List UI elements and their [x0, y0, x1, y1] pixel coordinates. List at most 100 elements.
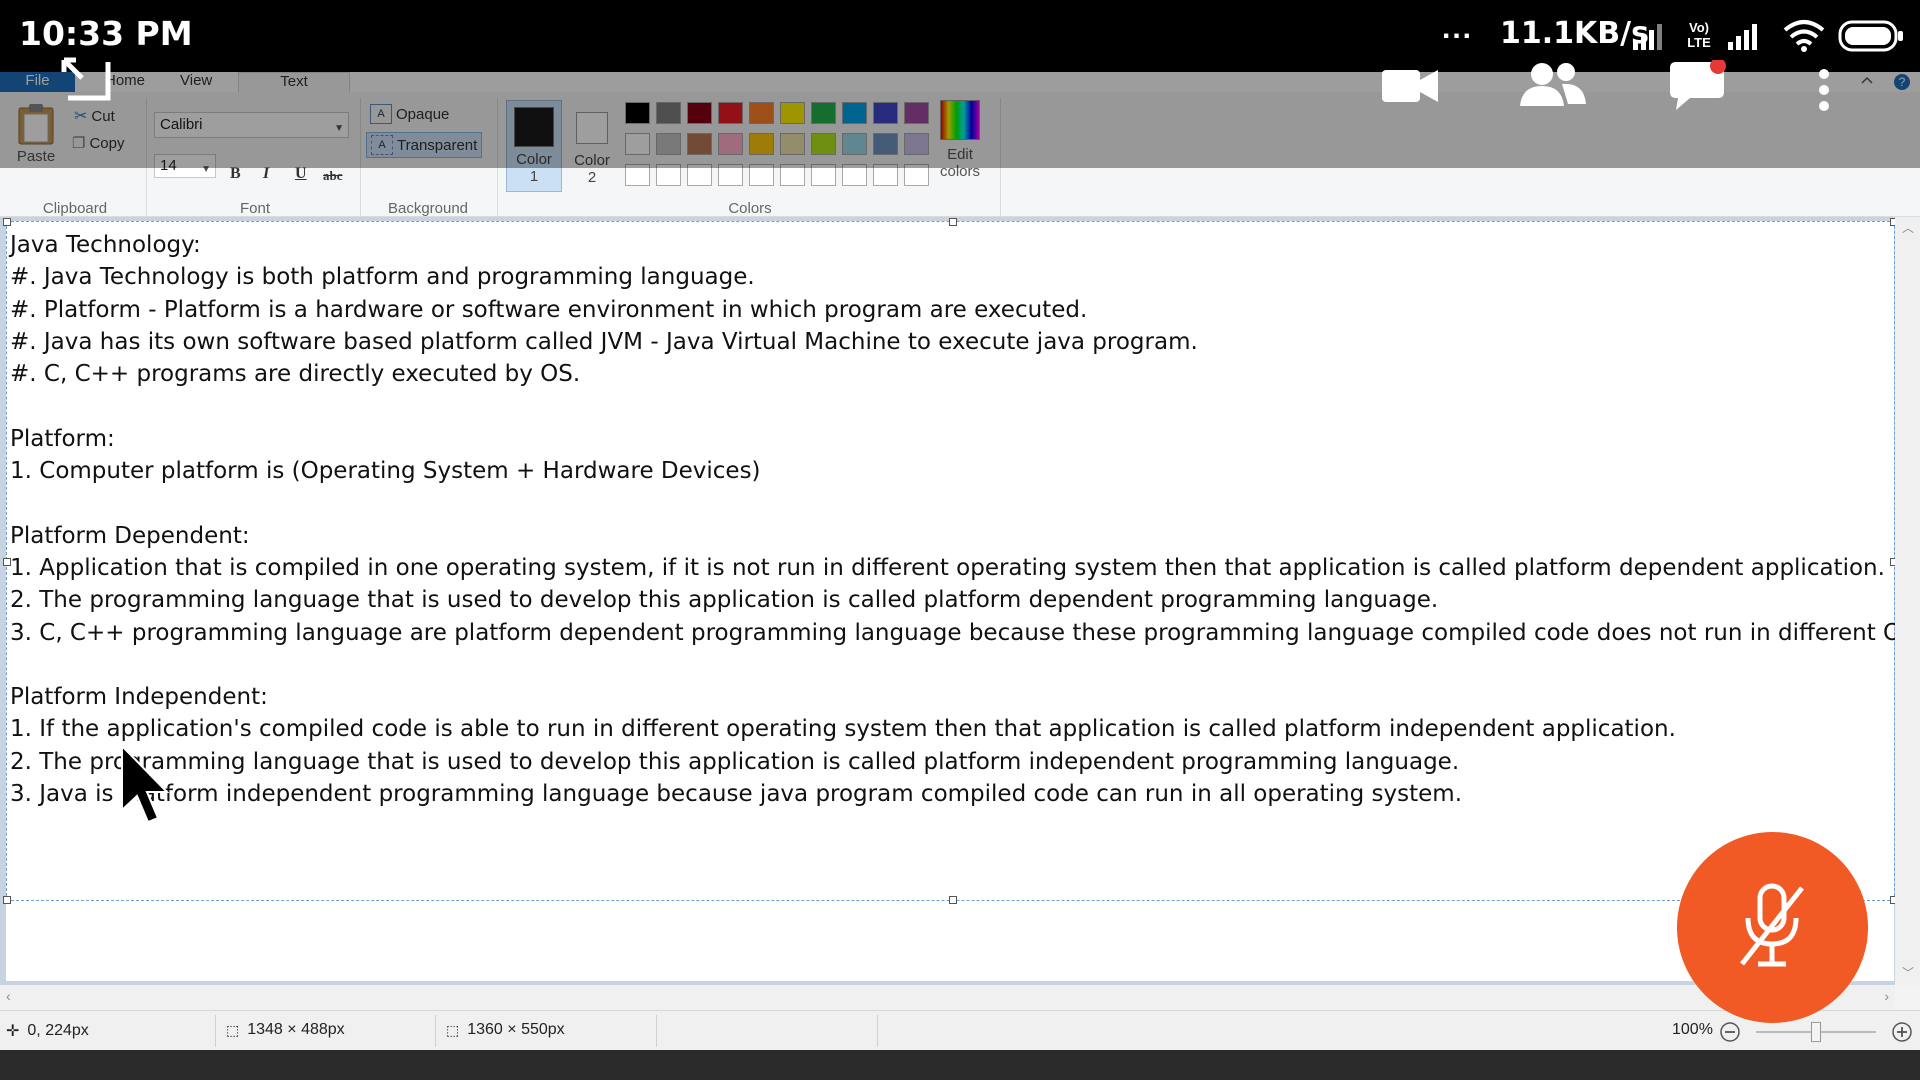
canvas-area: Java Technology: #. Java Technology is bo… — [0, 217, 1920, 985]
resize-handle[interactable] — [3, 218, 11, 226]
document-line: 1. If the application's compiled code is… — [10, 716, 1676, 743]
divider — [877, 1015, 878, 1047]
color-swatch[interactable] — [625, 164, 650, 186]
color-swatch[interactable] — [718, 102, 743, 124]
wifi-icon — [1783, 20, 1825, 52]
opaque-label: Opaque — [396, 105, 450, 123]
color-swatch[interactable] — [780, 133, 805, 155]
video-camera-icon[interactable] — [1380, 66, 1440, 106]
resize-handle[interactable] — [949, 218, 957, 226]
underline-button[interactable]: U — [295, 165, 307, 183]
transparent-button[interactable]: A Transparent — [366, 132, 483, 158]
color1-button[interactable]: Color 1 — [506, 100, 562, 192]
color-swatch[interactable] — [718, 164, 743, 186]
zoom-value: 100% — [1672, 1021, 1713, 1038]
notification-dots: ... — [1442, 12, 1474, 45]
color-swatch[interactable] — [718, 133, 743, 155]
bold-button[interactable]: B — [230, 165, 241, 183]
strikethrough-button[interactable]: abc — [323, 168, 343, 184]
color-swatch[interactable] — [842, 102, 867, 124]
document-line: 2. The programming language that is used… — [10, 587, 1439, 614]
zoom-level: 100% — [1672, 1021, 1713, 1039]
copy-button[interactable]: ❐ Copy — [72, 134, 124, 153]
color-swatch[interactable] — [904, 164, 929, 186]
color-swatch[interactable] — [904, 102, 929, 124]
color-swatch[interactable] — [749, 164, 774, 186]
resize-handle[interactable] — [3, 896, 11, 904]
selection-size-value: 1348 × 488px — [247, 1021, 345, 1038]
cut-button[interactable]: ✂ Cut — [74, 106, 115, 126]
color-swatch[interactable] — [780, 102, 805, 124]
document-text[interactable]: Java Technology: #. Java Technology is bo… — [10, 229, 1920, 810]
vertical-scrollbar[interactable]: ︿ ﹀ — [1895, 217, 1920, 985]
exit-fullscreen-icon[interactable] — [60, 56, 116, 104]
font-size-select[interactable]: 14 ▼ — [154, 154, 216, 178]
selection-size: ⬚ 1348 × 488px — [226, 1021, 345, 1039]
opaque-icon: A — [370, 104, 392, 124]
chat-icon[interactable] — [1668, 60, 1728, 112]
color-swatch[interactable] — [780, 164, 805, 186]
tab-view[interactable]: View — [170, 72, 222, 92]
scroll-right-icon[interactable]: › — [1884, 988, 1889, 1004]
color-swatch[interactable] — [749, 133, 774, 155]
font-group-label: Font — [239, 200, 270, 217]
color2-button[interactable]: Color 2 — [566, 100, 618, 192]
resize-handle[interactable] — [949, 896, 957, 904]
image-canvas[interactable]: Java Technology: #. Java Technology is bo… — [3, 218, 1920, 981]
paste-button[interactable]: Paste — [16, 102, 56, 165]
zoom-in-icon[interactable] — [1891, 1021, 1913, 1043]
battery-icon — [1838, 20, 1903, 52]
color-swatch[interactable] — [811, 133, 836, 155]
volte-badge: Vo) LTE — [1687, 20, 1711, 50]
font-family-select[interactable]: Calibri ▼ — [154, 112, 349, 138]
color-swatch[interactable] — [656, 102, 681, 124]
signal-2-icon — [1728, 24, 1757, 50]
zoom-slider-thumb[interactable] — [1811, 1022, 1821, 1042]
italic-button[interactable]: I — [263, 165, 269, 183]
zoom-out-icon[interactable] — [1719, 1021, 1741, 1043]
color-swatch[interactable] — [687, 164, 712, 186]
scroll-down-icon[interactable]: ﹀ — [1902, 964, 1914, 981]
ribbon-tabs: File Home View Text ? — [0, 72, 1920, 95]
navigation-bar — [0, 1050, 1920, 1080]
color-swatch[interactable] — [625, 133, 650, 155]
divider — [435, 1015, 436, 1047]
more-options-icon[interactable] — [1814, 66, 1834, 114]
rainbow-icon — [940, 100, 980, 140]
color-swatch[interactable] — [811, 102, 836, 124]
mouse-cursor-icon — [121, 744, 170, 824]
color-swatch[interactable] — [656, 164, 681, 186]
document-line: 1. Computer platform is (Operating Syste… — [10, 458, 761, 485]
participants-icon[interactable] — [1518, 60, 1588, 108]
document-line: #. Platform - Platform is a hardware or … — [10, 296, 1088, 323]
minimize-ribbon-icon[interactable] — [1860, 74, 1874, 88]
color-swatch[interactable] — [687, 133, 712, 155]
color-swatch[interactable] — [873, 102, 898, 124]
divider — [360, 98, 361, 216]
signal-icon — [1633, 24, 1662, 50]
scroll-up-icon[interactable]: ︿ — [1902, 219, 1914, 236]
color-swatch[interactable] — [873, 133, 898, 155]
document-line: 3. Java is platform independent programm… — [10, 781, 1463, 808]
mute-microphone-button[interactable] — [1677, 832, 1868, 1023]
color-swatch[interactable] — [749, 102, 774, 124]
color-swatch[interactable] — [904, 133, 929, 155]
color2-num: 2 — [587, 169, 597, 186]
scroll-left-icon[interactable]: ‹ — [6, 988, 11, 1004]
color-swatch[interactable] — [811, 164, 836, 186]
color-swatch[interactable] — [842, 164, 867, 186]
cut-label: Cut — [91, 107, 115, 125]
color-swatch[interactable] — [842, 133, 867, 155]
edit-colors-button[interactable]: Edit colors — [938, 100, 982, 180]
text-box[interactable]: Java Technology: #. Java Technology is bo… — [3, 218, 1920, 904]
color-swatch[interactable] — [656, 133, 681, 155]
document-line: Platform Independent: — [10, 684, 268, 711]
document-line: 1. Application that is compiled in one o… — [10, 554, 1885, 581]
horizontal-scrollbar[interactable]: ‹ › — [0, 985, 1895, 1010]
color-swatch[interactable] — [687, 102, 712, 124]
color-swatch[interactable] — [625, 102, 650, 124]
help-icon[interactable]: ? — [1893, 73, 1911, 91]
color-swatch[interactable] — [873, 164, 898, 186]
opaque-button[interactable]: A Opaque — [370, 104, 449, 124]
